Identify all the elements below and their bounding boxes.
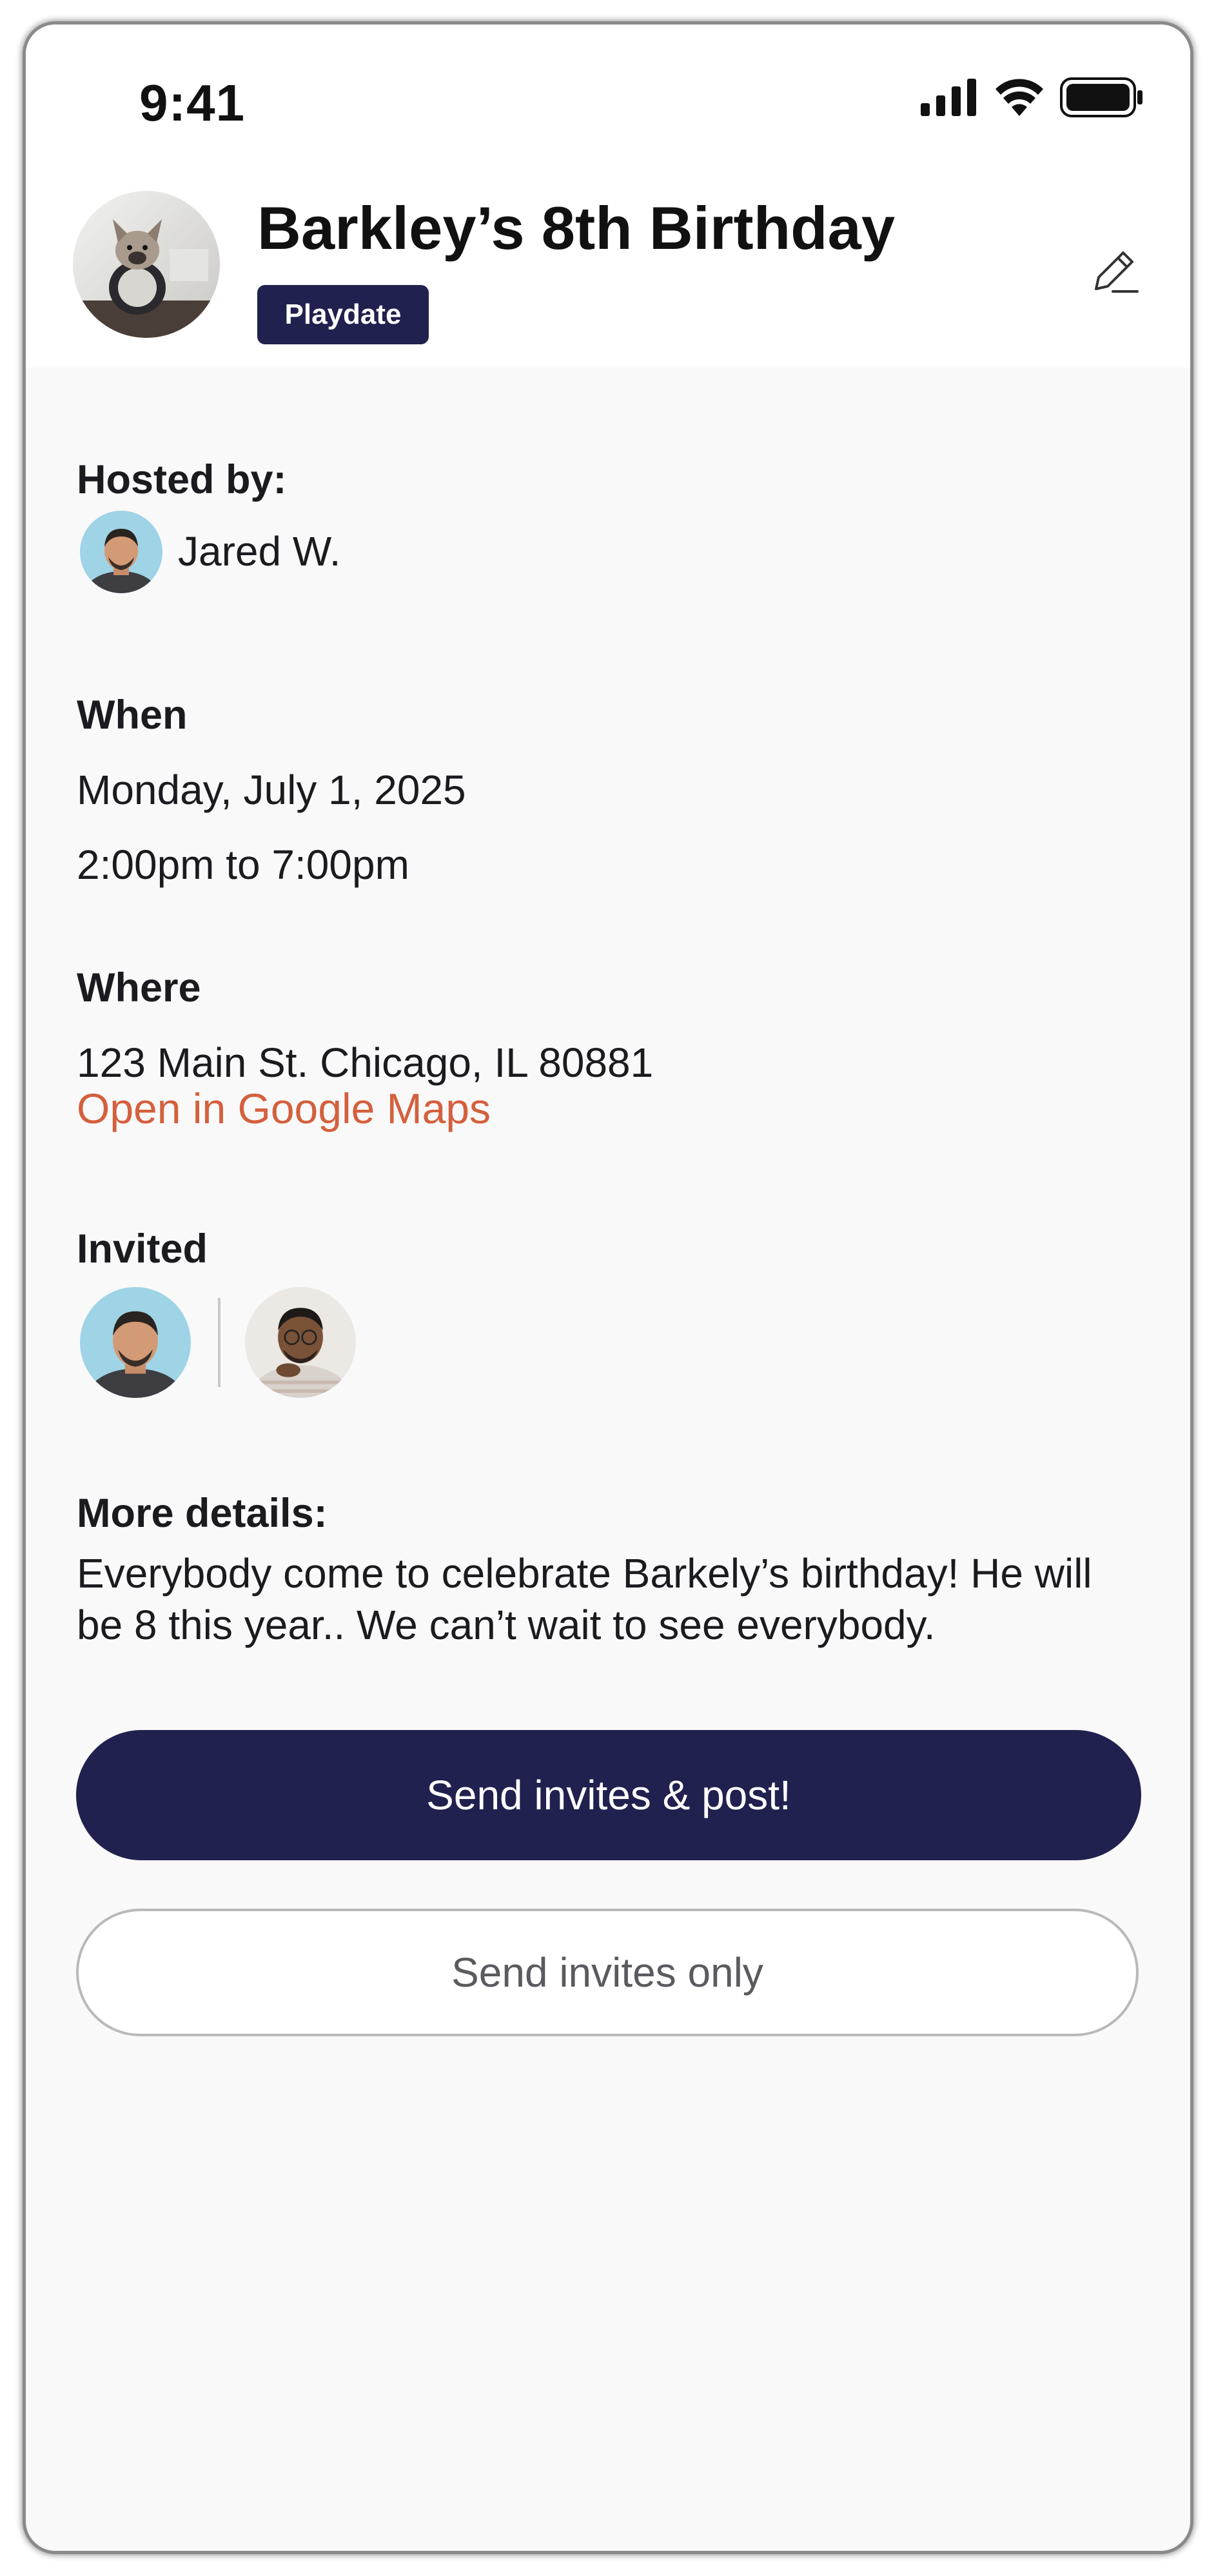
invitee-avatar-1[interactable] — [80, 1287, 191, 1398]
event-address: 123 Main St. Chicago, IL 80881 — [77, 1039, 654, 1086]
details-text: Everybody come to celebrate Barkely’s bi… — [77, 1550, 1092, 1648]
category-badge: Playdate — [257, 285, 429, 344]
event-date: Monday, July 1, 2025 — [77, 767, 466, 813]
person-avatar-2 — [245, 1287, 356, 1398]
event-title: Barkley’s 8th Birthday — [257, 194, 896, 262]
hosted-by-label: Hosted by: — [77, 457, 287, 502]
where-label: Where — [77, 965, 201, 1010]
invited-label: Invited — [77, 1226, 208, 1272]
person-avatar-1 — [80, 1287, 191, 1398]
header-area: 9:41 Barkley’s 8th Birthday Playdate — [26, 25, 1190, 368]
invitee-divider — [218, 1298, 221, 1387]
send-invites-and-post-button[interactable]: Send invites & post! — [76, 1730, 1141, 1860]
invitee-avatar-2[interactable] — [245, 1287, 356, 1398]
host-name: Jared W. — [178, 528, 341, 575]
event-avatar — [73, 191, 220, 338]
wifi-icon — [995, 79, 1043, 116]
when-label: When — [77, 693, 188, 738]
cellular-signal-icon — [921, 79, 976, 116]
host-photo — [80, 511, 162, 593]
event-time-range: 2:00pm to 7:00pm — [77, 841, 409, 888]
phone-frame: 9:41 Barkley’s 8th Birthday Playdate Hos… — [26, 25, 1190, 2551]
send-invites-only-button[interactable]: Send invites only — [76, 1909, 1139, 2036]
more-details-label: More details: — [77, 1491, 328, 1536]
status-time: 9:41 — [139, 74, 246, 132]
edit-pencil-icon[interactable] — [1087, 244, 1141, 298]
dog-photo — [73, 191, 220, 338]
host-avatar[interactable] — [80, 511, 162, 593]
battery-icon — [1060, 77, 1142, 117]
open-in-google-maps-link[interactable]: Open in Google Maps — [77, 1084, 491, 1133]
